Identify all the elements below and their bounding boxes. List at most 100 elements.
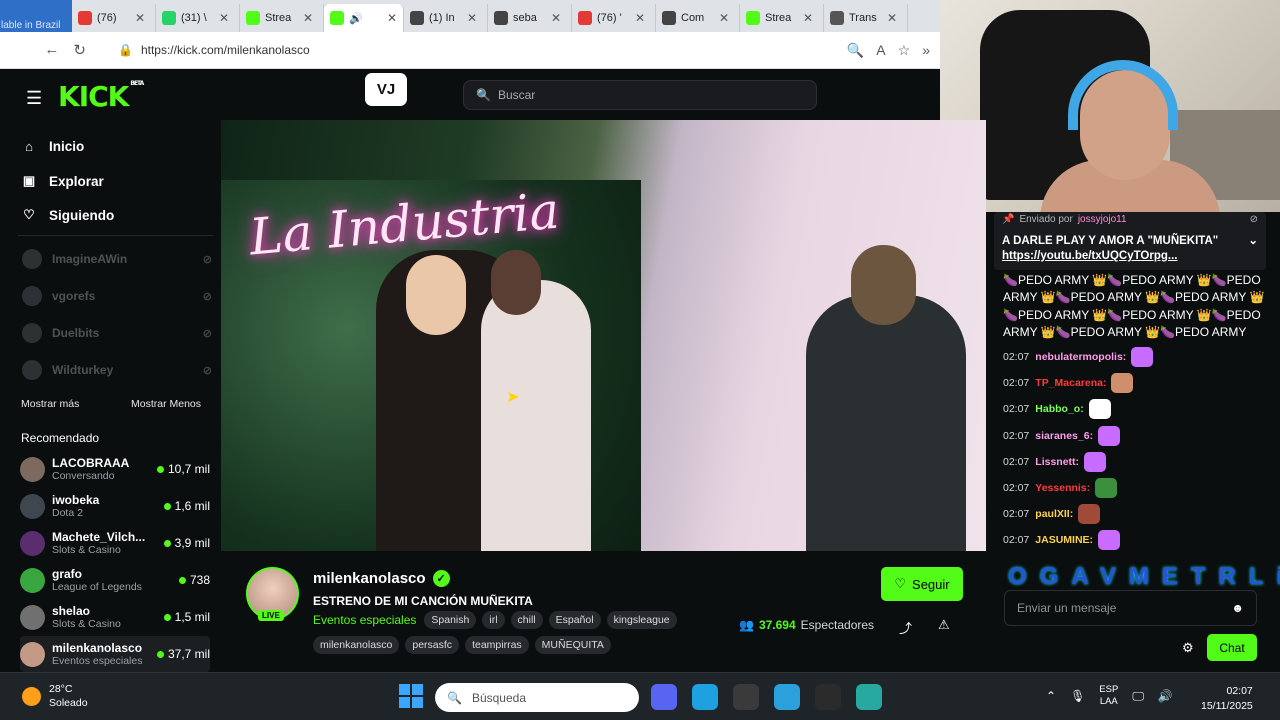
close-tab-icon[interactable]: ✕: [887, 11, 897, 25]
stream-tag[interactable]: milenkanolasco: [313, 636, 400, 654]
calculator-icon[interactable]: [815, 684, 841, 710]
close-tab-icon[interactable]: ✕: [467, 11, 477, 25]
kick-logo[interactable]: KICK BETA: [58, 80, 144, 113]
show-less-link[interactable]: Mostrar Menos: [131, 398, 201, 410]
channel-text: grafo League of Legends: [52, 567, 156, 593]
sidebar-channel-offline[interactable]: ImagineAWin ⊘: [22, 249, 212, 269]
stream-tag[interactable]: Español: [548, 611, 601, 629]
browser-tab[interactable]: (31) \ ✕: [156, 4, 240, 32]
windows-start-icon[interactable]: [399, 684, 423, 708]
chat-settings-gear-icon[interactable]: ⚙: [1182, 640, 1194, 656]
menu-hamburger-icon[interactable]: ☰: [26, 88, 42, 109]
sidebar-item-inicio[interactable]: ⌂ Inicio: [22, 139, 84, 154]
extension-icon[interactable]: »: [922, 42, 930, 59]
favorite-star-icon[interactable]: ☆: [898, 42, 911, 59]
chat-username[interactable]: Habbo_o:: [1035, 403, 1083, 415]
stream-tag[interactable]: MUÑEQUITA: [534, 636, 611, 654]
recommended-channel[interactable]: milenkanolasco Eventos especiales 37,7 mil: [20, 636, 210, 672]
streamer-name[interactable]: milenkanolasco ✓: [313, 570, 450, 587]
microphone-icon[interactable]: 🎙: [1070, 689, 1085, 703]
taskbar-search[interactable]: 🔍 Búsqueda: [435, 683, 639, 712]
browser-tab[interactable]: 🔊 ✕: [324, 4, 404, 32]
recommended-channel[interactable]: iwobeka Dota 2 1,6 mil: [20, 488, 210, 524]
language-indicator[interactable]: ESP LAA: [1099, 684, 1118, 708]
sidebar-channel-offline[interactable]: vgorefs ⊘: [22, 286, 212, 306]
discord-icon[interactable]: [651, 684, 677, 710]
eye-off-icon[interactable]: ⊘: [1250, 214, 1258, 225]
search-input[interactable]: 🔍 Buscar: [463, 80, 817, 110]
edge-icon[interactable]: [692, 684, 718, 710]
reload-icon[interactable]: ↻: [73, 41, 86, 59]
stream-category-link[interactable]: Eventos especiales: [313, 613, 416, 627]
pinned-message-link[interactable]: https://youtu.be/txUQCyTOrpg...: [1002, 250, 1177, 262]
browser-tab[interactable]: Trans ✕: [824, 4, 908, 32]
video-player[interactable]: La Industria ➤: [221, 120, 986, 551]
browser-tab[interactable]: (76) ' ✕: [572, 4, 656, 32]
follow-button[interactable]: ♡ Seguir: [881, 567, 963, 601]
chat-username[interactable]: TP_Macarena:: [1035, 377, 1106, 389]
stream-tag[interactable]: irl: [482, 611, 505, 629]
url-field[interactable]: 🔒 https://kick.com/milenkanolasco: [100, 36, 847, 64]
report-warning-icon[interactable]: ⚠: [938, 617, 950, 633]
show-more-link[interactable]: Mostrar más: [21, 398, 79, 410]
recommended-channel[interactable]: Machete_Vilch... Slots & Casino 3,9 mil: [20, 525, 210, 561]
share-icon[interactable]: ⤴: [899, 618, 912, 637]
close-tab-icon[interactable]: ✕: [635, 11, 645, 25]
sidebar-item-siguiendo[interactable]: ♡ Siguiendo: [22, 207, 114, 223]
close-tab-icon[interactable]: ✕: [719, 11, 729, 25]
close-tab-icon[interactable]: ✕: [387, 11, 397, 25]
pinned-message[interactable]: 📌 Enviado por jossyjojo11 ⊘ A DARLE PLAY…: [994, 212, 1266, 270]
sidebar-item-explorar[interactable]: ▣ Explorar: [22, 173, 104, 189]
telegram-icon[interactable]: [774, 684, 800, 710]
network-icon[interactable]: 🖵: [1132, 689, 1144, 704]
chat-username[interactable]: paulXII:: [1035, 508, 1073, 520]
volume-icon[interactable]: 🔊: [1158, 689, 1173, 703]
recommended-channel[interactable]: shelao Slots & Casino 1,5 mil: [20, 599, 210, 635]
stream-tag[interactable]: kingsleague: [606, 611, 677, 629]
stream-tag[interactable]: chill: [510, 611, 543, 629]
close-tab-icon[interactable]: ✕: [135, 11, 145, 25]
speaker-icon[interactable]: 🔊: [349, 12, 363, 25]
video-person-2-head: [491, 250, 541, 315]
tab-favicon-icon: [78, 11, 92, 25]
weather-widget[interactable]: 28°C Soleado: [22, 682, 88, 710]
stream-tag[interactable]: teampirras: [465, 636, 529, 654]
chat-username[interactable]: nebulatermopolis:: [1035, 351, 1126, 363]
edge-dev-icon[interactable]: [856, 684, 882, 710]
taskbar-clock[interactable]: 02:07 15/11/2025: [1201, 684, 1253, 714]
close-tab-icon[interactable]: ✕: [551, 11, 561, 25]
browser-tab[interactable]: (76) ✕: [72, 4, 156, 32]
chevron-up-icon[interactable]: ⌃: [1046, 689, 1056, 703]
emoji-icon[interactable]: ☻: [1231, 601, 1244, 615]
obs-icon[interactable]: [733, 684, 759, 710]
close-tab-icon[interactable]: ✕: [219, 11, 229, 25]
back-icon[interactable]: ←: [44, 41, 59, 59]
channel-avatar: [22, 360, 42, 380]
chat-send-button[interactable]: Chat: [1207, 634, 1257, 661]
close-tab-icon[interactable]: ✕: [803, 11, 813, 25]
vj-button[interactable]: VJ: [365, 73, 407, 106]
chat-username[interactable]: siaranes_6:: [1035, 430, 1093, 442]
tab-title: (76) ': [597, 12, 622, 24]
stream-tag[interactable]: persasfc: [405, 636, 460, 654]
read-aloud-icon[interactable]: A: [876, 42, 885, 59]
sidebar-item-label: Inicio: [49, 139, 85, 154]
recommended-channel[interactable]: LACOBRAAA Conversando 10,7 mil: [20, 451, 210, 487]
browser-tab[interactable]: (1) In ✕: [404, 4, 488, 32]
browser-tab[interactable]: Strea ✕: [740, 4, 824, 32]
recommended-channel[interactable]: grafo League of Legends 738: [20, 562, 210, 598]
close-tab-icon[interactable]: ✕: [303, 11, 313, 25]
stream-tag[interactable]: Spanish: [424, 611, 477, 629]
chat-username[interactable]: Lissnett:: [1035, 456, 1079, 468]
sidebar-channel-offline[interactable]: Wildturkey ⊘: [22, 360, 212, 380]
pinned-username[interactable]: jossyjojo11: [1078, 214, 1127, 225]
chevron-down-icon[interactable]: ⌄: [1248, 234, 1258, 249]
browser-tab[interactable]: seba ✕: [488, 4, 572, 32]
browser-tab[interactable]: Strea ✕: [240, 4, 324, 32]
chat-username[interactable]: JASUMINE:: [1035, 534, 1093, 546]
sidebar-channel-offline[interactable]: Duelbits ⊘: [22, 323, 212, 343]
chat-username[interactable]: Yessennis:: [1035, 482, 1090, 494]
browser-tab[interactable]: Com ✕: [656, 4, 740, 32]
chat-message-input[interactable]: Enviar un mensaje ☻: [1004, 590, 1257, 626]
zoom-icon[interactable]: 🔍: [847, 42, 864, 59]
